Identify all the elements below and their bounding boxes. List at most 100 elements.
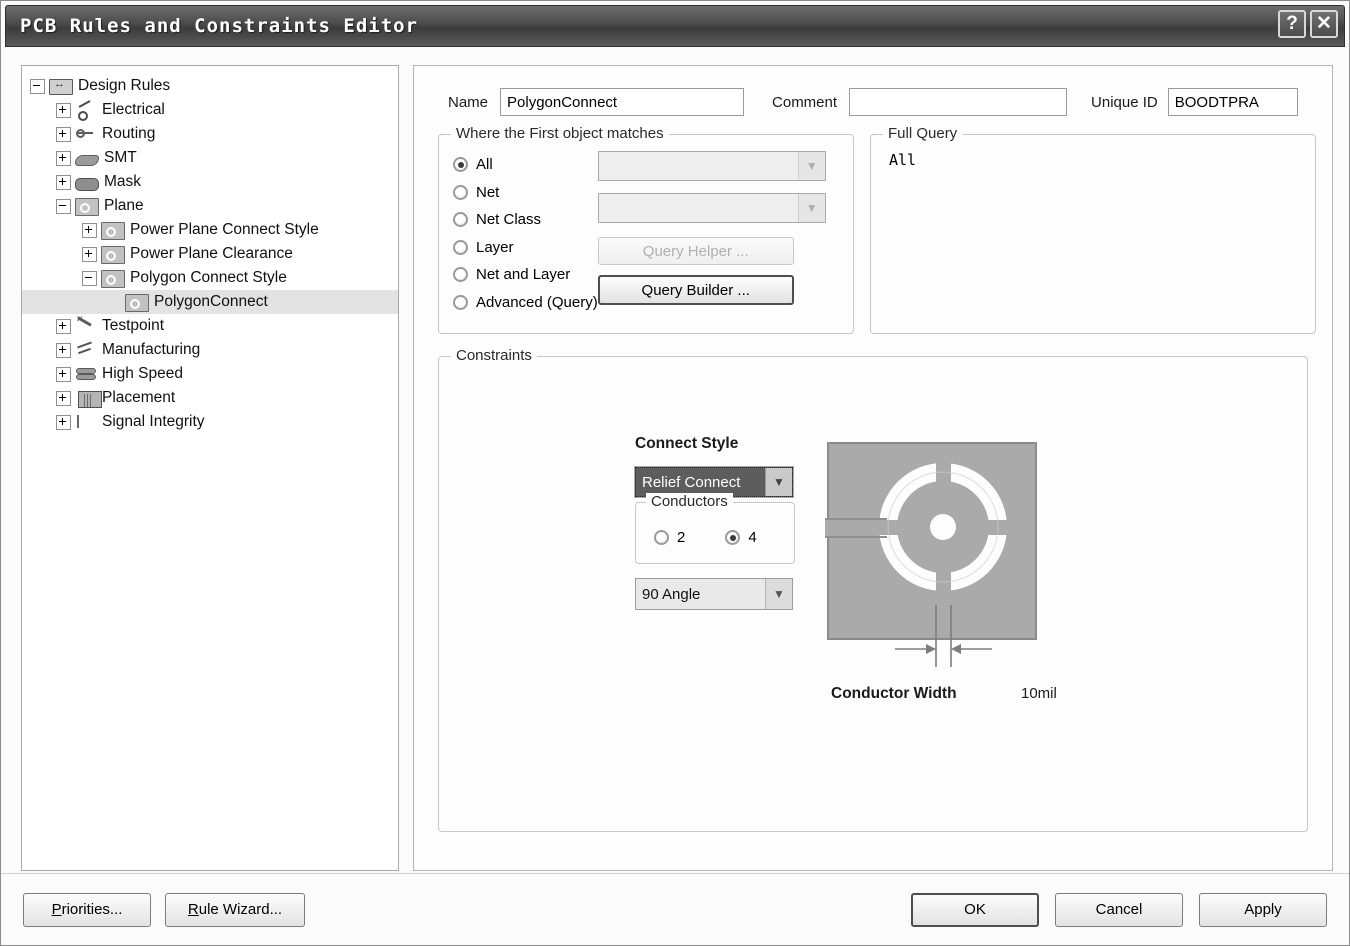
electrical-icon: [75, 101, 97, 121]
constraints-legend: Constraints: [451, 347, 537, 364]
rule-identity-row: Name Comment Unique ID: [448, 88, 1316, 116]
collapse-icon[interactable]: [82, 270, 97, 286]
full-query-group: Full Query All: [870, 125, 1316, 334]
plane-icon: [101, 221, 125, 240]
conductor-width-label: Conductor Width: [831, 685, 957, 702]
tree-item[interactable]: Placement: [22, 386, 398, 410]
expand-icon[interactable]: [82, 246, 97, 262]
chevron-down-icon: ▼: [765, 579, 792, 609]
tree-item-label: Design Rules: [78, 77, 171, 94]
tree-item[interactable]: Electrical: [22, 98, 398, 122]
collapse-icon[interactable]: [56, 198, 71, 214]
match-scope-label: Net and Layer: [476, 266, 571, 284]
scope-row: Where the First object matches All Net Net…: [438, 125, 1316, 334]
radio-icon[interactable]: [453, 267, 468, 283]
apply-button[interactable]: Apply: [1199, 892, 1327, 927]
connect-style-value: Relief Connect: [642, 473, 741, 491]
angle-combo[interactable]: 90 Angle ▼: [635, 578, 793, 610]
tree-item[interactable]: SMT: [22, 146, 398, 170]
plane-icon: [101, 269, 125, 288]
radio-icon[interactable]: [654, 530, 669, 545]
tree-item-label: PolygonConnect: [154, 293, 268, 310]
constraints-group: Constraints Connect Style Relief Connect…: [438, 347, 1308, 832]
expand-icon[interactable]: [56, 366, 71, 382]
placement-icon: [78, 390, 102, 408]
expand-icon[interactable]: [56, 102, 71, 118]
tree-item[interactable]: Power Plane Clearance: [22, 242, 398, 266]
match-scope-option[interactable]: Net Class: [453, 206, 598, 234]
pcb-rules-window: PCB Rules and Constraints Editor ? ✕ Des…: [0, 0, 1350, 946]
name-input[interactable]: [500, 88, 745, 116]
conductors-option[interactable]: 4: [725, 529, 757, 546]
radio-icon[interactable]: [453, 212, 468, 228]
rule-wizard-button[interactable]: Rule Wizard...: [165, 892, 305, 927]
tree-item-label: Placement: [102, 389, 176, 406]
ok-button[interactable]: OK: [911, 892, 1039, 927]
tree-item[interactable]: Mask: [22, 170, 398, 194]
tree-item[interactable]: Testpoint: [22, 314, 398, 338]
tree-item[interactable]: Design Rules: [22, 74, 398, 98]
tree-item[interactable]: Polygon Connect Style: [22, 266, 398, 290]
design-rules-tree: Design Rules Electrical Routing SMT Mask Plan…: [22, 66, 398, 434]
expand-icon[interactable]: [56, 414, 71, 430]
tree-item[interactable]: Routing: [22, 122, 398, 146]
match-scope-option[interactable]: Net and Layer: [453, 261, 598, 289]
priorities-button[interactable]: Priorities...: [23, 892, 151, 927]
radio-icon[interactable]: [453, 184, 468, 200]
close-icon[interactable]: ✕: [1310, 10, 1338, 38]
match-scope-option[interactable]: All: [453, 151, 598, 179]
radio-icon[interactable]: [453, 157, 468, 173]
expand-icon[interactable]: [56, 174, 71, 190]
rule-wizard-label-rest: ule Wizard...: [198, 901, 283, 918]
query-builder-button[interactable]: Query Builder ...: [597, 275, 794, 305]
tree-item-label: Power Plane Clearance: [130, 245, 293, 262]
comment-input[interactable]: [849, 88, 1068, 116]
design-rules-tree-panel[interactable]: Design Rules Electrical Routing SMT Mask Plan…: [21, 65, 399, 871]
expand-icon[interactable]: [82, 222, 97, 238]
conductor-width-value: 10mil: [1021, 685, 1057, 702]
signal-integrity-icon: [75, 413, 97, 431]
expand-icon[interactable]: [56, 390, 71, 406]
help-icon[interactable]: ?: [1278, 10, 1306, 38]
match-scope-option[interactable]: Layer: [453, 234, 598, 262]
conductors-label: 4: [748, 529, 757, 546]
tree-item[interactable]: Signal Integrity: [22, 410, 398, 434]
tree-item-label: Testpoint: [102, 317, 165, 334]
expand-icon[interactable]: [56, 318, 71, 334]
plane-icon: [75, 197, 99, 216]
expand-icon[interactable]: [56, 126, 71, 142]
unique-id-input[interactable]: [1167, 88, 1298, 116]
tree-item[interactable]: Manufacturing: [22, 338, 398, 362]
net-combo[interactable]: ▼: [597, 151, 826, 181]
cancel-button[interactable]: Cancel: [1055, 892, 1183, 927]
thermal-relief-diagram: [795, 442, 1037, 667]
dialog-button-bar: Priorities... Rule Wizard... OK Cancel A…: [1, 873, 1349, 945]
tree-item-label: Electrical: [102, 101, 165, 118]
plane-icon: [125, 293, 149, 312]
tree-item[interactable]: PolygonConnect: [22, 290, 398, 314]
collapse-icon[interactable]: [30, 78, 45, 94]
full-query-legend: Full Query: [883, 125, 963, 142]
tree-item[interactable]: Plane: [22, 194, 398, 218]
match-scope-label: All: [476, 156, 493, 174]
conductors-legend: Conductors: [646, 493, 733, 510]
query-helper-button: Query Helper ...: [597, 237, 794, 265]
connect-style-controls: Connect Style Relief Connect ▼ Conductor…: [634, 435, 795, 610]
connect-style-label: Connect Style: [635, 435, 739, 452]
radio-icon[interactable]: [453, 239, 468, 255]
radio-icon[interactable]: [453, 294, 468, 310]
expand-icon[interactable]: [56, 150, 71, 166]
match-scope-option[interactable]: Net: [453, 179, 598, 207]
radio-icon[interactable]: [725, 530, 741, 545]
match-scope-label: Layer: [476, 238, 514, 256]
conductors-option[interactable]: 2: [654, 529, 685, 546]
tree-item[interactable]: High Speed: [22, 362, 398, 386]
tree-item[interactable]: Power Plane Connect Style: [22, 218, 398, 242]
match-scope-option[interactable]: Advanced (Query): [453, 289, 598, 317]
thermal-relief-preview: Conductor Width 10mil: [795, 435, 1105, 729]
net-class-combo[interactable]: ▼: [597, 193, 826, 223]
expand-icon[interactable]: [56, 342, 71, 358]
title-bar-buttons: ? ✕: [1278, 10, 1338, 38]
manufacturing-icon: [75, 341, 97, 359]
